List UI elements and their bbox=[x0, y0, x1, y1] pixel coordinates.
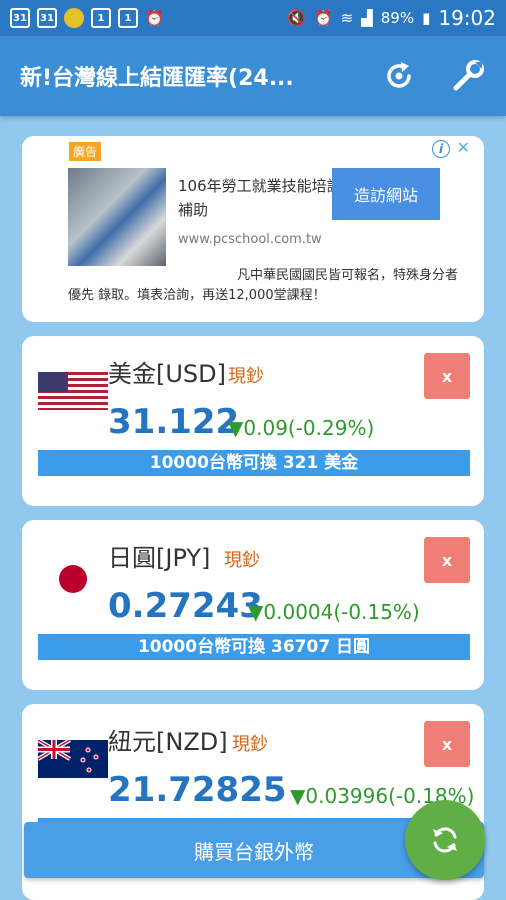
refresh-icon bbox=[433, 827, 457, 853]
ad-card[interactable]: 廣告 i ✕ 106年勞工就業技能培訓補助 www.pcschool.com.t… bbox=[22, 136, 484, 322]
ad-description-line: 優先 錄取。填表洽詢，再送12,000堂課程！ bbox=[68, 288, 326, 303]
rate-change: ▼0.0004(-0.15%) bbox=[248, 600, 420, 624]
remove-button[interactable]: x bbox=[424, 353, 470, 399]
ad-badge: 廣告 bbox=[69, 142, 102, 161]
notification-icon: 1 bbox=[91, 8, 111, 28]
currency-name: 美金[USD] bbox=[108, 360, 227, 388]
ad-visit-button[interactable]: 造訪網站 bbox=[332, 168, 440, 220]
currency-type: 現鈔 bbox=[232, 734, 268, 755]
exchange-rate: 21.72825 bbox=[108, 770, 287, 810]
remove-button[interactable]: x bbox=[424, 721, 470, 767]
app-title: 新!台灣線上結匯匯率(24... bbox=[20, 66, 294, 91]
exchange-rate: 31.122 bbox=[108, 402, 240, 442]
ad-title[interactable]: 106年勞工就業技能培訓補助 bbox=[178, 174, 348, 222]
refresh-icon[interactable] bbox=[382, 59, 416, 93]
signal-icon: ▟ bbox=[361, 9, 373, 27]
remove-button[interactable]: x bbox=[424, 537, 470, 583]
currency-type: 現鈔 bbox=[228, 366, 264, 387]
currency-type: 現鈔 bbox=[224, 550, 260, 571]
exchange-rate: 0.27243 bbox=[108, 586, 263, 626]
currency-card-usd[interactable]: 美金[USD] 現鈔 x 31.122 ▼0.09(-0.29%) 10000台… bbox=[22, 336, 484, 506]
currency-card-jpy[interactable]: 日圓[JPY] 現鈔 x 0.27243 ▼0.0004(-0.15%) 100… bbox=[22, 520, 484, 690]
new-zealand-flag-icon bbox=[38, 740, 108, 778]
conversion-bar: 10000台幣可換 36707 日圓 bbox=[38, 634, 470, 660]
calendar-icon: 31 bbox=[10, 8, 30, 28]
alarm-icon: ⏰ bbox=[145, 9, 164, 27]
currency-name: 日圓[JPY] bbox=[108, 544, 211, 572]
us-flag-icon bbox=[38, 372, 108, 410]
wrench-icon[interactable] bbox=[450, 58, 486, 94]
app-bar: 新!台灣線上結匯匯率(24... bbox=[0, 36, 506, 116]
app-notification-icon bbox=[64, 8, 84, 28]
ad-description-line: 凡中華民國國民皆可報名，特殊身分者 bbox=[236, 268, 458, 283]
ad-description: 凡中華民國國民皆可報名，特殊身分者 優先 錄取。填表洽詢，再送12,000堂課程… bbox=[68, 266, 458, 306]
system-icons: 🔇 ⏰ ≋ ▟ 89% ▮ 19:02 bbox=[287, 6, 496, 30]
notification-icon: 1 bbox=[118, 8, 138, 28]
wifi-icon: ≋ bbox=[340, 9, 354, 27]
status-bar: 31 31 1 1 ⏰ 🔇 ⏰ ≋ ▟ 89% ▮ 19:02 bbox=[0, 0, 506, 36]
calendar-icon: 31 bbox=[37, 8, 57, 28]
refresh-fab[interactable] bbox=[405, 800, 485, 880]
battery-icon: ▮ bbox=[422, 9, 431, 27]
ad-close-icon[interactable]: ✕ bbox=[457, 138, 470, 157]
alarm-clock-icon: ⏰ bbox=[313, 9, 333, 27]
ad-info-icon[interactable]: i bbox=[432, 140, 450, 158]
rate-change: ▼0.09(-0.29%) bbox=[228, 416, 375, 440]
ad-image[interactable] bbox=[68, 168, 166, 266]
clock: 19:02 bbox=[438, 6, 496, 30]
notification-icons: 31 31 1 1 ⏰ bbox=[10, 8, 164, 28]
ad-url: www.pcschool.com.tw bbox=[178, 232, 322, 247]
currency-name: 紐元[NZD] bbox=[108, 728, 228, 756]
battery-percent: 89% bbox=[380, 9, 415, 27]
mute-icon: 🔇 bbox=[287, 9, 306, 27]
japan-flag-icon bbox=[38, 556, 108, 602]
conversion-bar: 10000台幣可換 321 美金 bbox=[38, 450, 470, 476]
